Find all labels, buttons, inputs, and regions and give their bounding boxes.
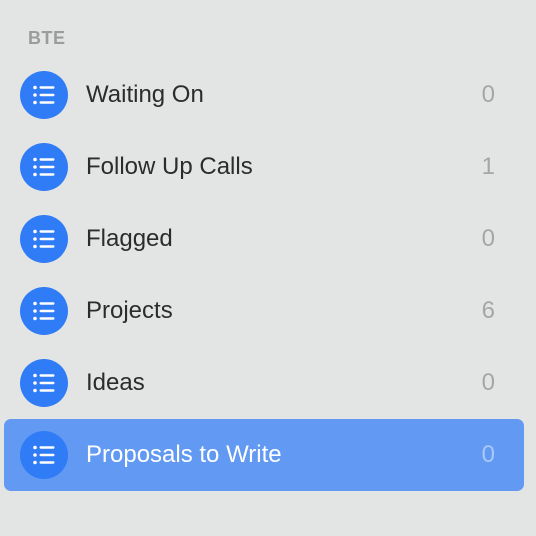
list-item-proposals-to-write[interactable]: Proposals to Write 0 [4,419,524,491]
list-item-waiting-on[interactable]: Waiting On 0 [4,59,524,131]
list-item-count: 0 [481,225,495,252]
sidebar: BTE Waiting On 0 Follow Up Calls 1 Flagg… [0,0,536,536]
list-item-name: Proposals to Write [86,441,282,468]
list-item-name: Flagged [86,225,173,252]
list-item-name: Projects [86,297,173,324]
list-item-flagged[interactable]: Flagged 0 [4,203,524,275]
list-bullet-icon [20,143,68,191]
list-item-count: 6 [481,297,495,324]
list-item-name: Waiting On [86,81,204,108]
list-bullet-icon [20,215,68,263]
list-item-follow-up-calls[interactable]: Follow Up Calls 1 [4,131,524,203]
list-item-count: 0 [481,369,495,396]
list-bullet-icon [20,359,68,407]
list-item-projects[interactable]: Projects 6 [4,275,524,347]
list-item-name: Follow Up Calls [86,153,253,180]
list-item-count: 0 [481,441,495,468]
list-bullet-icon [20,431,68,479]
list-item-name: Ideas [86,369,145,396]
section-header: BTE [28,28,66,48]
list-bullet-icon [20,71,68,119]
list-item-ideas[interactable]: Ideas 0 [4,347,524,419]
list-bullet-icon [20,287,68,335]
list-item-count: 0 [481,81,495,108]
list-item-count: 1 [481,153,495,180]
